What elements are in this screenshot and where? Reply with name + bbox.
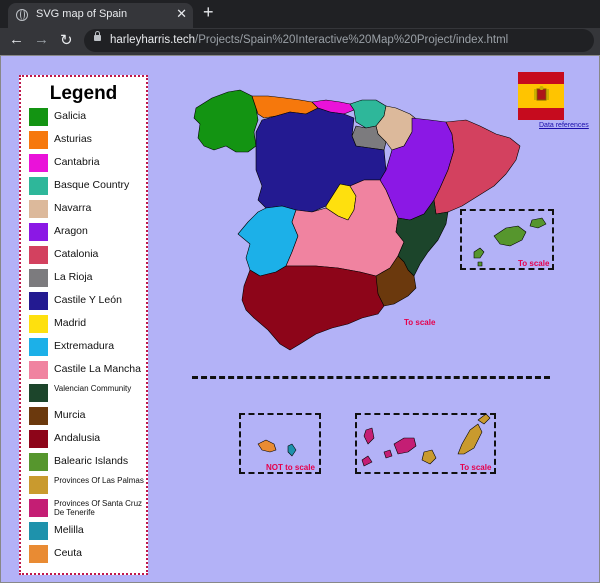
region-galicia[interactable]: [193, 89, 259, 153]
canary-scale-note: To scale: [460, 463, 492, 472]
spain-map: [193, 89, 547, 467]
region-andalusia[interactable]: [241, 265, 385, 351]
mainland-scale-note: To scale: [404, 318, 436, 327]
balearic-scale-note: To scale: [518, 259, 550, 268]
section-divider: [192, 376, 550, 379]
ceuta-melilla-scale-note: NOT to scale: [266, 463, 315, 472]
